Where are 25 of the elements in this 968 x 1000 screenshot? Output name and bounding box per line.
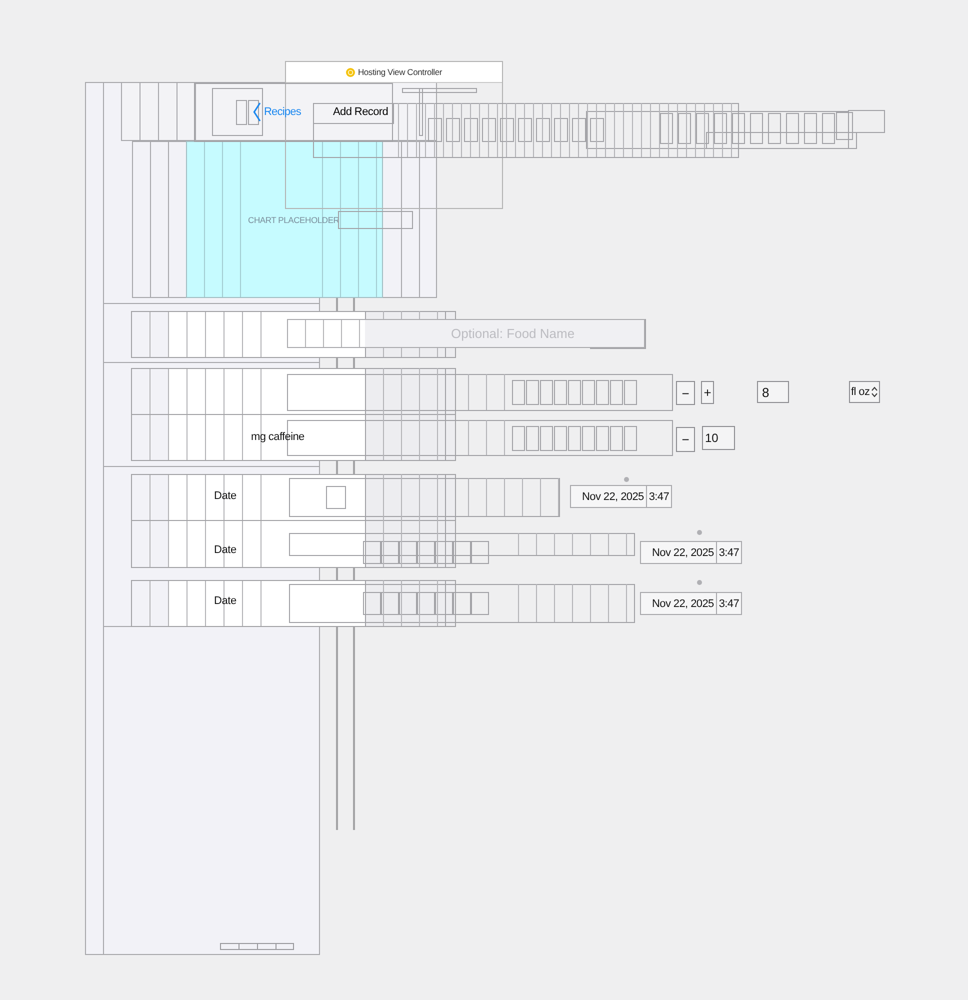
date-label: Date xyxy=(214,595,236,607)
anchor-dot-icon xyxy=(624,477,629,482)
time-button[interactable]: 3:47 xyxy=(716,541,742,564)
date-button[interactable]: Nov 22, 2025 xyxy=(640,541,717,564)
window-title: Hosting View Controller xyxy=(358,67,442,77)
caffeine-label: mg caffeine xyxy=(251,431,304,443)
chart-placeholder-label: CHART PLACEHOLDER xyxy=(248,215,340,225)
anchor-dot-icon xyxy=(697,530,702,535)
unit-picker[interactable]: fl oz xyxy=(849,381,880,403)
date-button[interactable]: Nov 22, 2025 xyxy=(570,485,647,508)
volume-field[interactable]: 8 xyxy=(757,381,789,403)
date-label: Date xyxy=(214,490,236,502)
decrement-button[interactable]: − xyxy=(676,427,695,452)
date-button[interactable]: Nov 22, 2025 xyxy=(640,592,717,615)
date-label: Date xyxy=(214,544,236,556)
up-down-chevron-icon xyxy=(870,386,878,398)
increment-button[interactable]: + xyxy=(701,381,714,404)
time-button[interactable]: 3:47 xyxy=(646,485,672,508)
time-button[interactable]: 3:47 xyxy=(716,592,742,615)
view-controller-icon xyxy=(346,68,355,76)
navigation-title: Add Record xyxy=(333,106,388,118)
back-chevron-icon xyxy=(253,102,261,122)
anchor-dot-icon xyxy=(697,580,702,585)
decrement-button[interactable]: − xyxy=(676,381,695,405)
caffeine-field[interactable]: 10 xyxy=(702,426,735,450)
